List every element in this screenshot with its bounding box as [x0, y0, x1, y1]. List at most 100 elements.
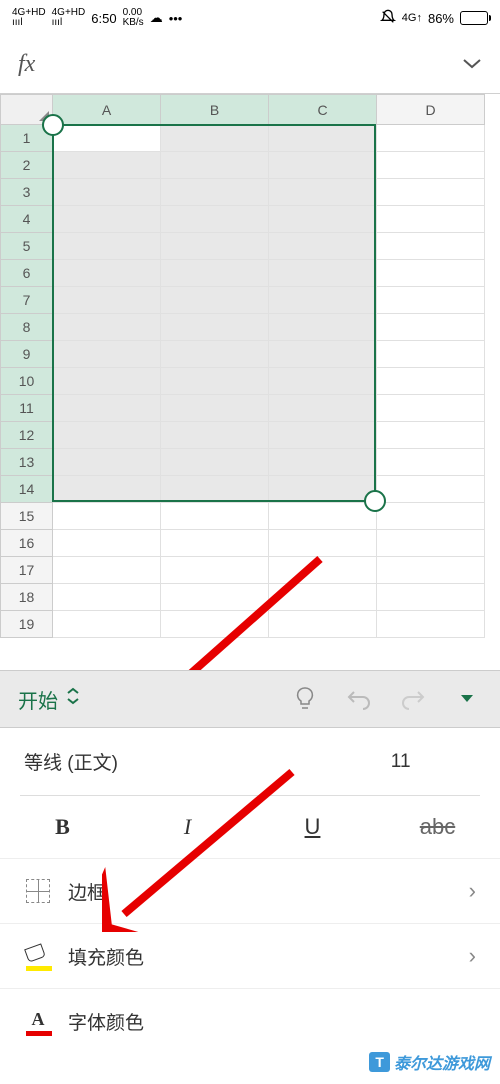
cell-C4[interactable] — [269, 206, 377, 233]
cell-D8[interactable] — [377, 314, 485, 341]
cell-B17[interactable] — [161, 557, 269, 584]
cell-C12[interactable] — [269, 422, 377, 449]
cell-A19[interactable] — [53, 611, 161, 638]
selection-handle-top-left[interactable] — [42, 114, 64, 136]
cell-D14[interactable] — [377, 476, 485, 503]
row-header-19[interactable]: 19 — [1, 611, 53, 638]
cell-A10[interactable] — [53, 368, 161, 395]
lightbulb-icon[interactable] — [290, 684, 320, 714]
cell-C6[interactable] — [269, 260, 377, 287]
dropdown-icon[interactable] — [452, 684, 482, 714]
cell-D16[interactable] — [377, 530, 485, 557]
cell-B7[interactable] — [161, 287, 269, 314]
cell-A3[interactable] — [53, 179, 161, 206]
row-header-6[interactable]: 6 — [1, 260, 53, 287]
row-header-5[interactable]: 5 — [1, 233, 53, 260]
row-header-2[interactable]: 2 — [1, 152, 53, 179]
cell-B8[interactable] — [161, 314, 269, 341]
cell-B12[interactable] — [161, 422, 269, 449]
formula-bar[interactable]: fx — [0, 36, 500, 94]
cell-B5[interactable] — [161, 233, 269, 260]
cell-C3[interactable] — [269, 179, 377, 206]
cell-A8[interactable] — [53, 314, 161, 341]
cell-B6[interactable] — [161, 260, 269, 287]
menu-font-color[interactable]: A 字体颜色 — [0, 988, 500, 1053]
row-header-4[interactable]: 4 — [1, 206, 53, 233]
cell-A18[interactable] — [53, 584, 161, 611]
font-name-selector[interactable]: 等线 (正文) — [24, 748, 325, 775]
column-header-B[interactable]: B — [161, 95, 269, 125]
cell-C19[interactable] — [269, 611, 377, 638]
cell-C15[interactable] — [269, 503, 377, 530]
row-header-7[interactable]: 7 — [1, 287, 53, 314]
cell-D10[interactable] — [377, 368, 485, 395]
menu-fill-color[interactable]: 填充颜色 › — [0, 923, 500, 988]
menu-border[interactable]: 边框 › — [0, 858, 500, 923]
cell-D13[interactable] — [377, 449, 485, 476]
cell-B18[interactable] — [161, 584, 269, 611]
cell-D6[interactable] — [377, 260, 485, 287]
row-header-16[interactable]: 16 — [1, 530, 53, 557]
row-header-11[interactable]: 11 — [1, 395, 53, 422]
cell-D11[interactable] — [377, 395, 485, 422]
row-header-10[interactable]: 10 — [1, 368, 53, 395]
strikethrough-button[interactable]: abc — [375, 814, 500, 840]
cell-D15[interactable] — [377, 503, 485, 530]
row-header-12[interactable]: 12 — [1, 422, 53, 449]
cell-A2[interactable] — [53, 152, 161, 179]
column-header-A[interactable]: A — [53, 95, 161, 125]
cell-D12[interactable] — [377, 422, 485, 449]
cell-D19[interactable] — [377, 611, 485, 638]
cell-C5[interactable] — [269, 233, 377, 260]
row-header-18[interactable]: 18 — [1, 584, 53, 611]
cell-B3[interactable] — [161, 179, 269, 206]
row-header-17[interactable]: 17 — [1, 557, 53, 584]
chevron-down-icon[interactable] — [462, 56, 482, 74]
cell-B15[interactable] — [161, 503, 269, 530]
cell-D3[interactable] — [377, 179, 485, 206]
underline-button[interactable]: U — [250, 814, 375, 840]
cell-C7[interactable] — [269, 287, 377, 314]
cell-B19[interactable] — [161, 611, 269, 638]
row-header-9[interactable]: 9 — [1, 341, 53, 368]
cell-D1[interactable] — [377, 125, 485, 152]
cell-A16[interactable] — [53, 530, 161, 557]
cell-B4[interactable] — [161, 206, 269, 233]
cell-A6[interactable] — [53, 260, 161, 287]
cell-D18[interactable] — [377, 584, 485, 611]
undo-icon[interactable] — [344, 684, 374, 714]
cell-C16[interactable] — [269, 530, 377, 557]
row-header-14[interactable]: 14 — [1, 476, 53, 503]
cell-B2[interactable] — [161, 152, 269, 179]
cell-B11[interactable] — [161, 395, 269, 422]
cell-B1[interactable] — [161, 125, 269, 152]
cell-D4[interactable] — [377, 206, 485, 233]
cell-C2[interactable] — [269, 152, 377, 179]
cell-D5[interactable] — [377, 233, 485, 260]
cell-C10[interactable] — [269, 368, 377, 395]
row-header-15[interactable]: 15 — [1, 503, 53, 530]
spreadsheet-grid[interactable]: ABCD12345678910111213141516171819 — [0, 94, 500, 670]
cell-C1[interactable] — [269, 125, 377, 152]
column-header-D[interactable]: D — [377, 95, 485, 125]
column-header-C[interactable]: C — [269, 95, 377, 125]
cell-A17[interactable] — [53, 557, 161, 584]
cell-C18[interactable] — [269, 584, 377, 611]
cell-C14[interactable] — [269, 476, 377, 503]
italic-button[interactable]: I — [125, 814, 250, 840]
cell-C8[interactable] — [269, 314, 377, 341]
cell-A7[interactable] — [53, 287, 161, 314]
redo-icon[interactable] — [398, 684, 428, 714]
cell-A5[interactable] — [53, 233, 161, 260]
cell-D17[interactable] — [377, 557, 485, 584]
cell-A9[interactable] — [53, 341, 161, 368]
cell-B9[interactable] — [161, 341, 269, 368]
cell-B10[interactable] — [161, 368, 269, 395]
cell-A13[interactable] — [53, 449, 161, 476]
row-header-3[interactable]: 3 — [1, 179, 53, 206]
cell-D9[interactable] — [377, 341, 485, 368]
cell-A1[interactable] — [53, 125, 161, 152]
cell-B14[interactable] — [161, 476, 269, 503]
bold-button[interactable]: B — [0, 814, 125, 840]
cell-C13[interactable] — [269, 449, 377, 476]
